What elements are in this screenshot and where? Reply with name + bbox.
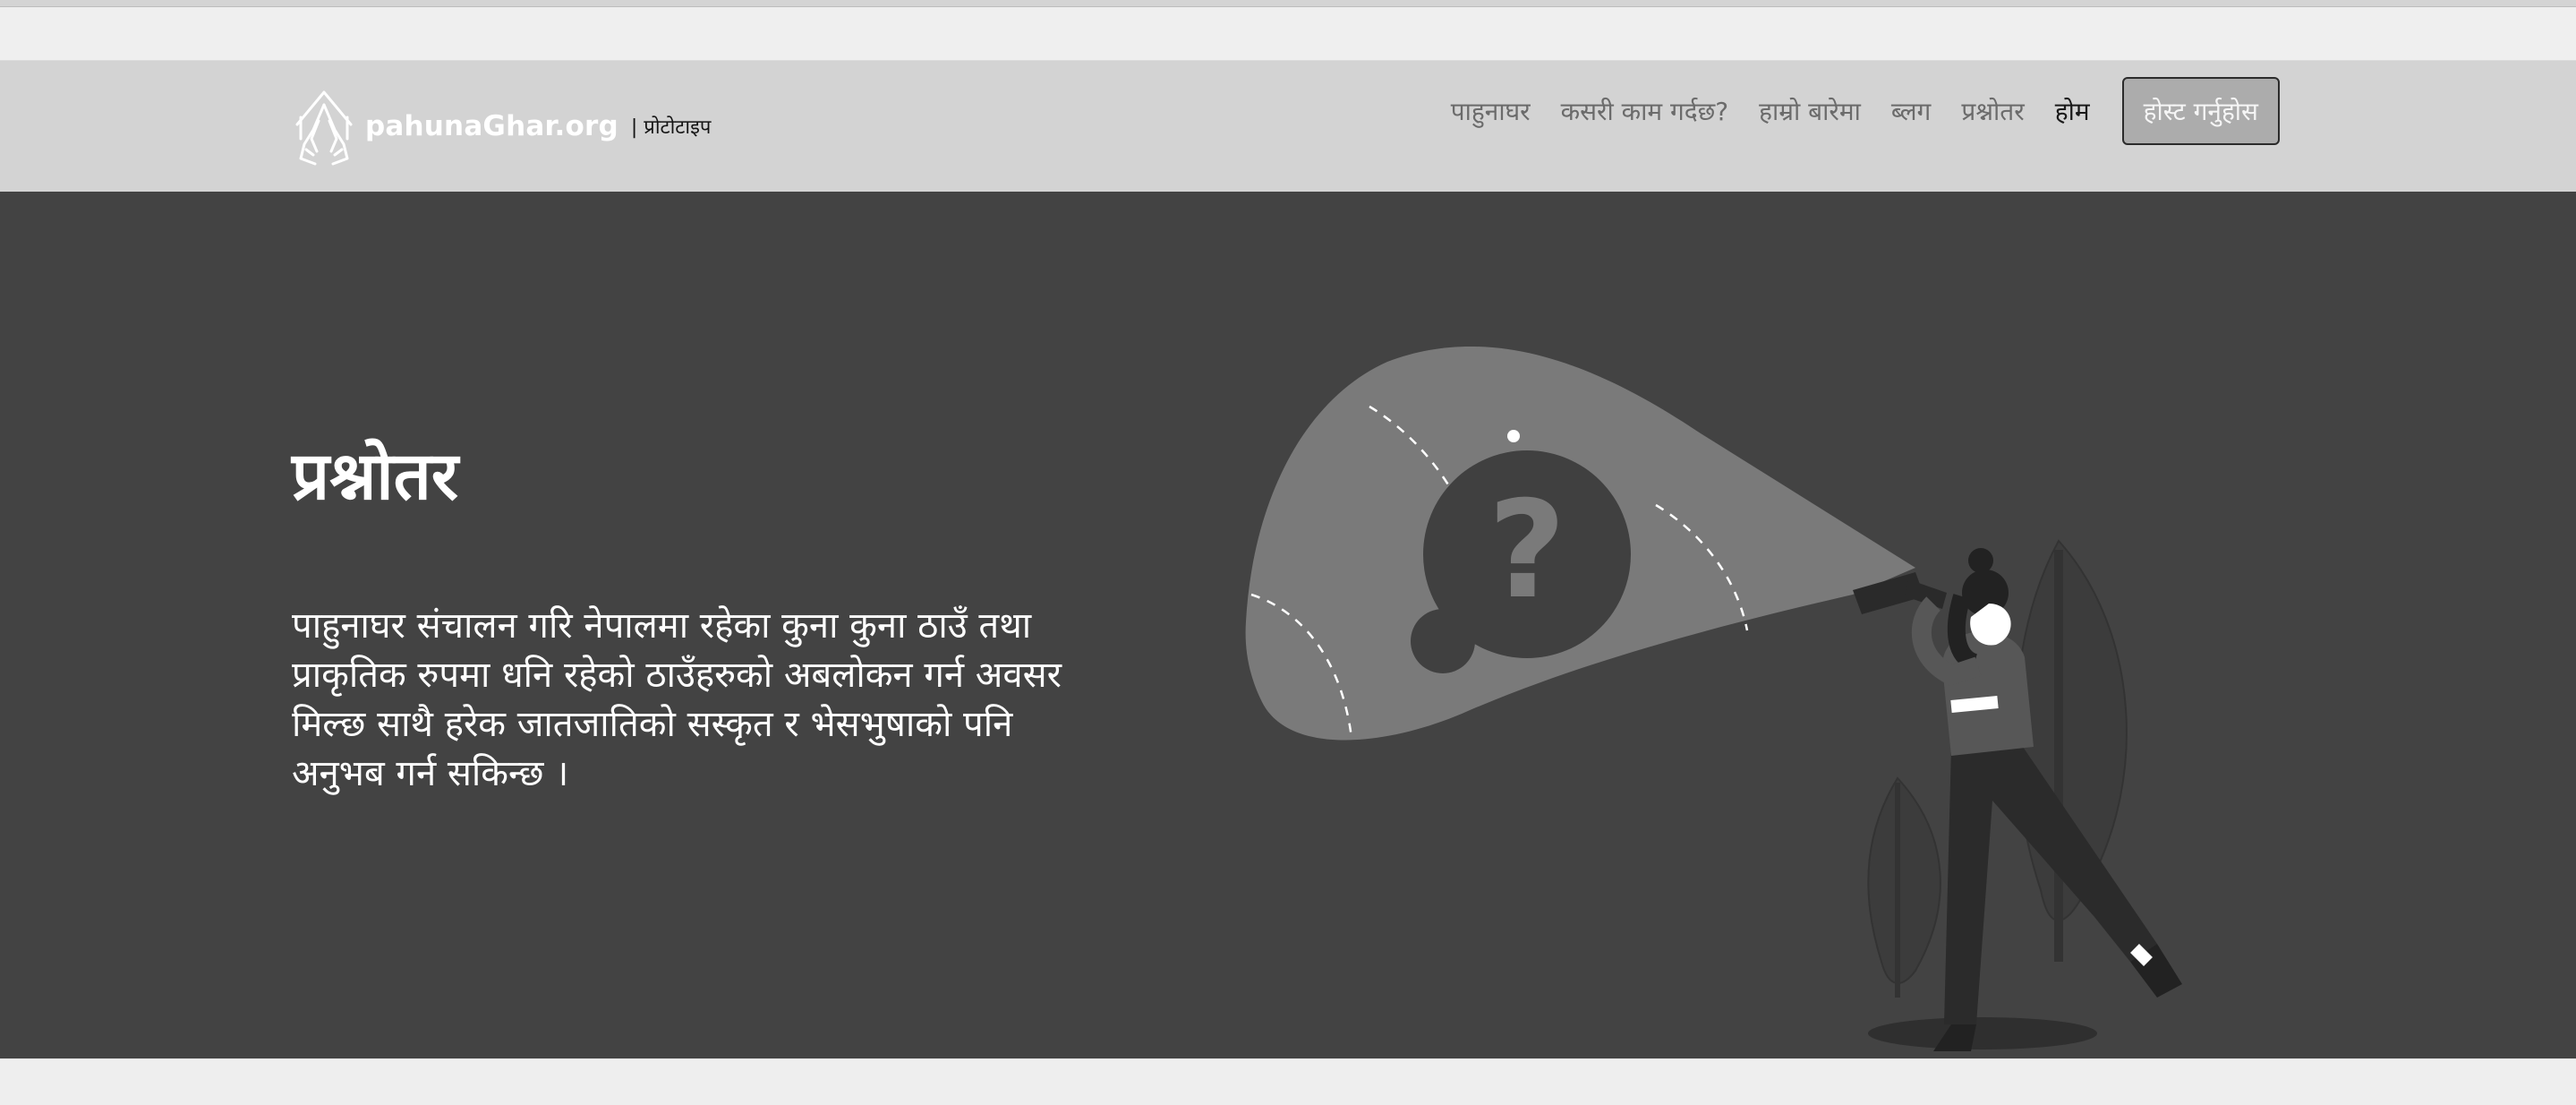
browser-top-strip — [0, 0, 2576, 7]
praying-hands-house-icon — [295, 90, 353, 166]
hero-description: पाहुनाघर संचालन गरि नेपालमा रहेका कुना क… — [292, 605, 1062, 794]
main-nav: पाहुनाघर कसरी काम गर्दछ? हाम्रो बारेमा ब… — [1420, 77, 2576, 145]
svg-text:?: ? — [1488, 473, 1565, 629]
nav-item-blog[interactable]: ब्लग — [1891, 94, 1931, 128]
page-title: प्रश्नोतर — [292, 438, 459, 515]
bottom-strip — [0, 1058, 2576, 1105]
hero-section: प्रश्नोतर पाहुनाघर संचालन गरि नेपालमा रह… — [0, 192, 2576, 1058]
browser-bar — [0, 7, 2576, 61]
nav-item-faq[interactable]: प्रश्नोतर — [1961, 94, 2024, 128]
person-with-flashlight-question-icon: ? — [1245, 346, 2182, 1051]
host-button[interactable]: होस्ट गर्नुहोस — [2121, 77, 2280, 145]
nav-item-how-it-works[interactable]: कसरी काम गर्दछ? — [1561, 94, 1729, 128]
brand-name: pahunaGhar.org — [365, 110, 618, 142]
nav-item-guesthouse[interactable]: पाहुनाघर — [1451, 94, 1531, 128]
navbar: pahunaGhar.org | प्रोटोटाइप पाहुनाघर कसर… — [0, 61, 2576, 192]
brand-tagline: | प्रोटोटाइप — [630, 116, 712, 139]
brand[interactable]: pahunaGhar.org | प्रोटोटाइप — [292, 84, 711, 168]
nav-item-home[interactable]: होम — [2055, 94, 2090, 128]
nav-item-about-us[interactable]: हाम्रो बारेमा — [1759, 94, 1861, 128]
